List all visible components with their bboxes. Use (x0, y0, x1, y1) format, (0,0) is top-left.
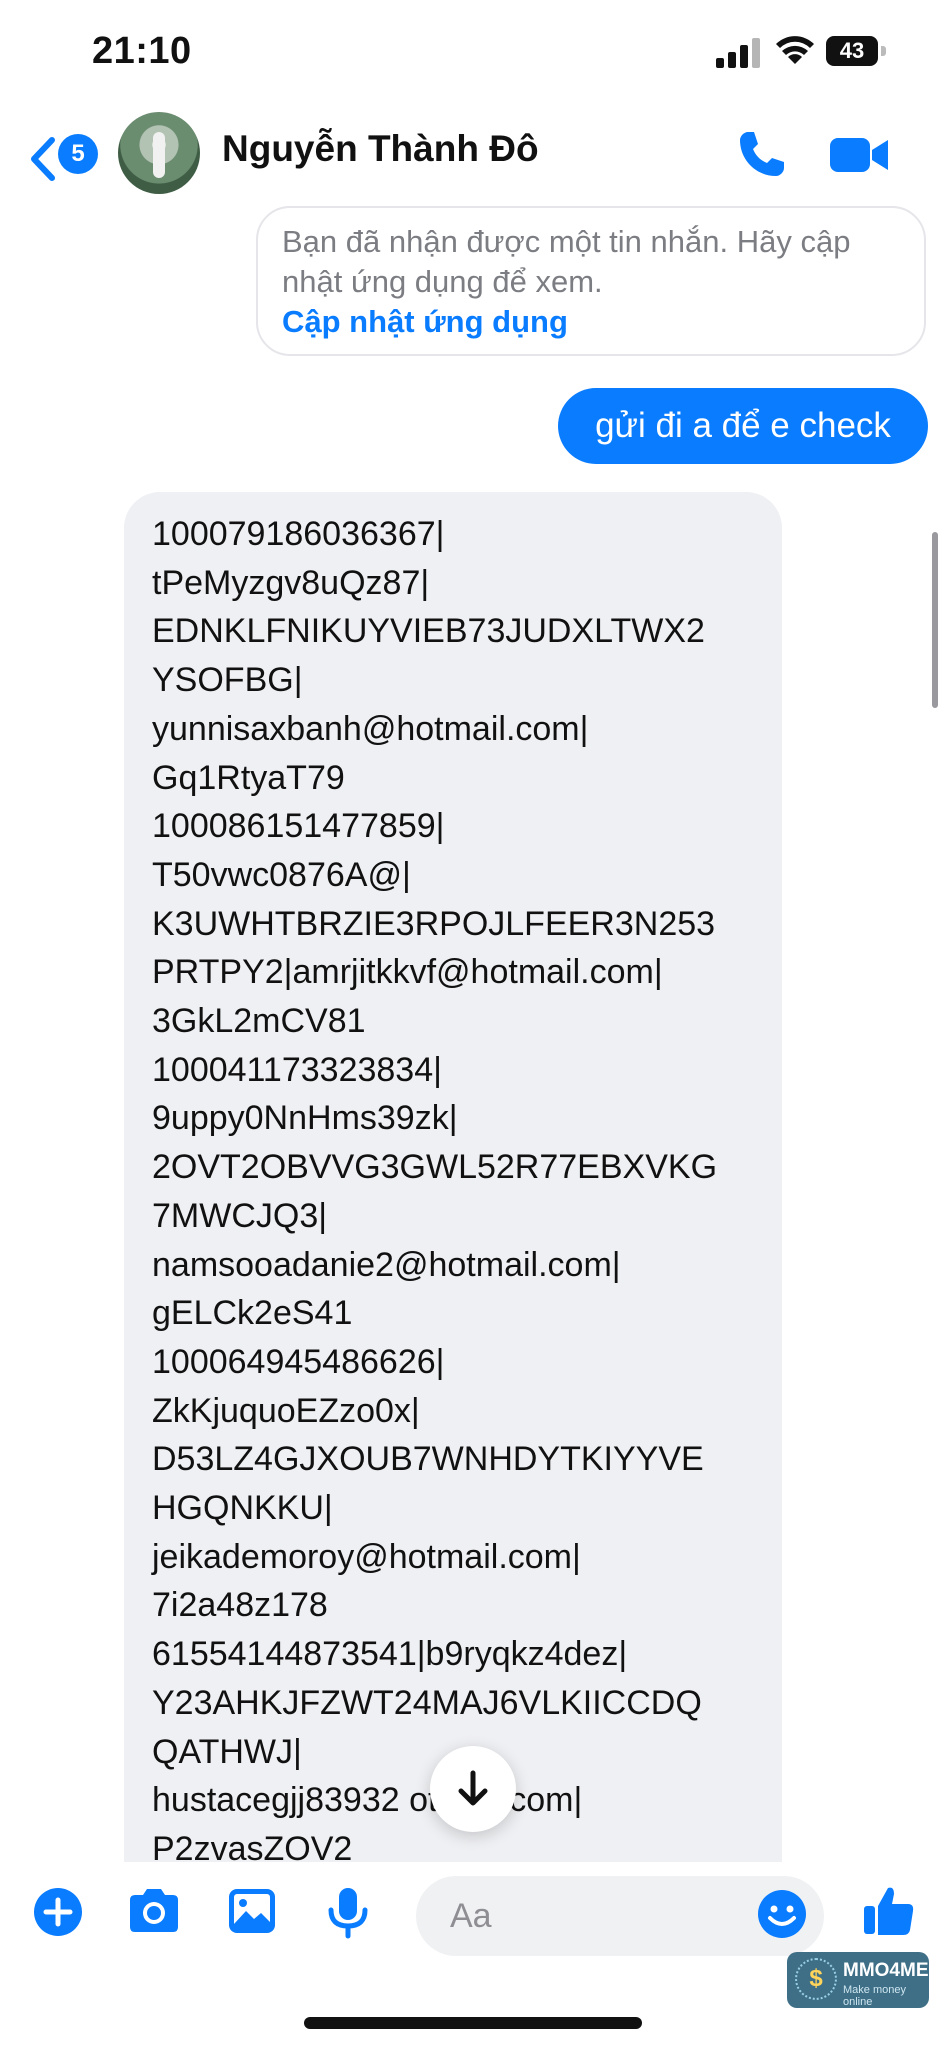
message-line: 100079186036367| (152, 515, 445, 553)
message-line: ZkKjuquoEZzo0x| (152, 1391, 420, 1430)
message-line: jeikademoroy@hotmail.com| (152, 1537, 581, 1576)
message-line: 100064945486626| (152, 1342, 445, 1381)
message-line: 100041173323834| (152, 1050, 442, 1089)
message-line: 7MWCJQ3| (152, 1196, 328, 1235)
message-line: PRTPY2|amrjitkkvf@hotmail.com| (152, 953, 663, 992)
battery-level: 43 (839, 38, 865, 63)
message-line: tPeMyzgv8uQz87| (152, 563, 430, 602)
dollar-icon: $ (795, 1958, 837, 2000)
chevron-left-icon (31, 137, 55, 181)
message-line: 3GkL2mCV81 (152, 1002, 366, 1041)
message-line: D53LZ4GJXOUB7WNHDYTKIYYVE (152, 1440, 704, 1479)
unread-badge: 5 (58, 134, 98, 174)
message-line: K3UWHTBRZIE3RPOJLFEER3N253 (152, 904, 716, 943)
notice-text-line2: nhật ứng dụng để xem. (282, 264, 603, 299)
message-line: gELCk2eS41 (152, 1294, 353, 1333)
watermark-logo: $ MMO4ME Make money online (787, 1952, 929, 2008)
contact-name[interactable]: Nguyễn Thành Đô (222, 128, 539, 170)
incoming-message-bubble[interactable]: 100079186036367| tPeMyzgv8uQz87| EDNKLFN… (124, 492, 782, 1862)
scrollbar[interactable] (932, 532, 938, 708)
status-bar: 21:10 43 (0, 0, 947, 110)
watermark-name: MMO4ME (843, 1960, 929, 1981)
scroll-to-bottom-button[interactable] (430, 1746, 516, 1832)
message-line: namsooadanie2@hotmail.com| (152, 1245, 621, 1284)
message-line: HGQNKKU| (152, 1489, 333, 1528)
avatar[interactable] (118, 112, 200, 194)
video-call-icon[interactable] (828, 132, 890, 176)
wifi-icon (776, 36, 814, 64)
signal-icon (716, 36, 762, 68)
image-icon[interactable] (226, 1886, 278, 1936)
microphone-icon[interactable] (326, 1886, 370, 1940)
message-line: YSOFBG| (152, 661, 303, 700)
message-line: Y23AHKJFZWT24MAJ6VLKIICCDQ (152, 1683, 702, 1722)
phone-icon[interactable] (734, 126, 790, 182)
battery-icon: 43 (826, 36, 888, 66)
message-line: 100086151477859| (152, 807, 445, 846)
camera-icon[interactable] (126, 1886, 182, 1936)
emoji-icon[interactable] (756, 1888, 808, 1940)
plus-icon[interactable] (32, 1886, 84, 1938)
message-line: Gq1RtyaT79 (152, 758, 345, 797)
message-line: EDNKLFNIKUYVIEB73JUDXLTWX2 (152, 612, 705, 651)
thumbs-up-icon[interactable] (860, 1882, 916, 1938)
message-line: P2zvasZOV2 (152, 1829, 353, 1862)
back-button[interactable]: 5 (28, 130, 100, 186)
arrow-down-icon (458, 1770, 488, 1806)
chat-header: 5 Nguyễn Thành Đô (0, 110, 947, 206)
watermark-tagline: Make money online (843, 1984, 906, 2008)
notice-text-line1: Bạn đã nhận được một tin nhắn. Hãy cập (282, 224, 851, 259)
update-notice-bubble: Bạn đã nhận được một tin nhắn. Hãy cập n… (256, 206, 926, 356)
home-indicator (304, 2017, 642, 2029)
update-app-link[interactable]: Cập nhật ứng dụng (282, 302, 900, 342)
message-line: yunnisaxbanh@hotmail.com| (152, 709, 589, 748)
outgoing-message-bubble[interactable]: gửi đi a để e check (558, 388, 928, 464)
message-line: 61554144873541|b9ryqkz4dez| (152, 1635, 628, 1674)
message-line: 2OVT2OBVVG3GWL52R77EBXVKG (152, 1148, 718, 1187)
message-line: T50vwc0876A@| (152, 855, 411, 894)
status-time: 21:10 (92, 30, 192, 72)
message-line: 9uppy0NnHms39zk| (152, 1099, 458, 1138)
message-line: 7i2a48z178 (152, 1586, 328, 1625)
